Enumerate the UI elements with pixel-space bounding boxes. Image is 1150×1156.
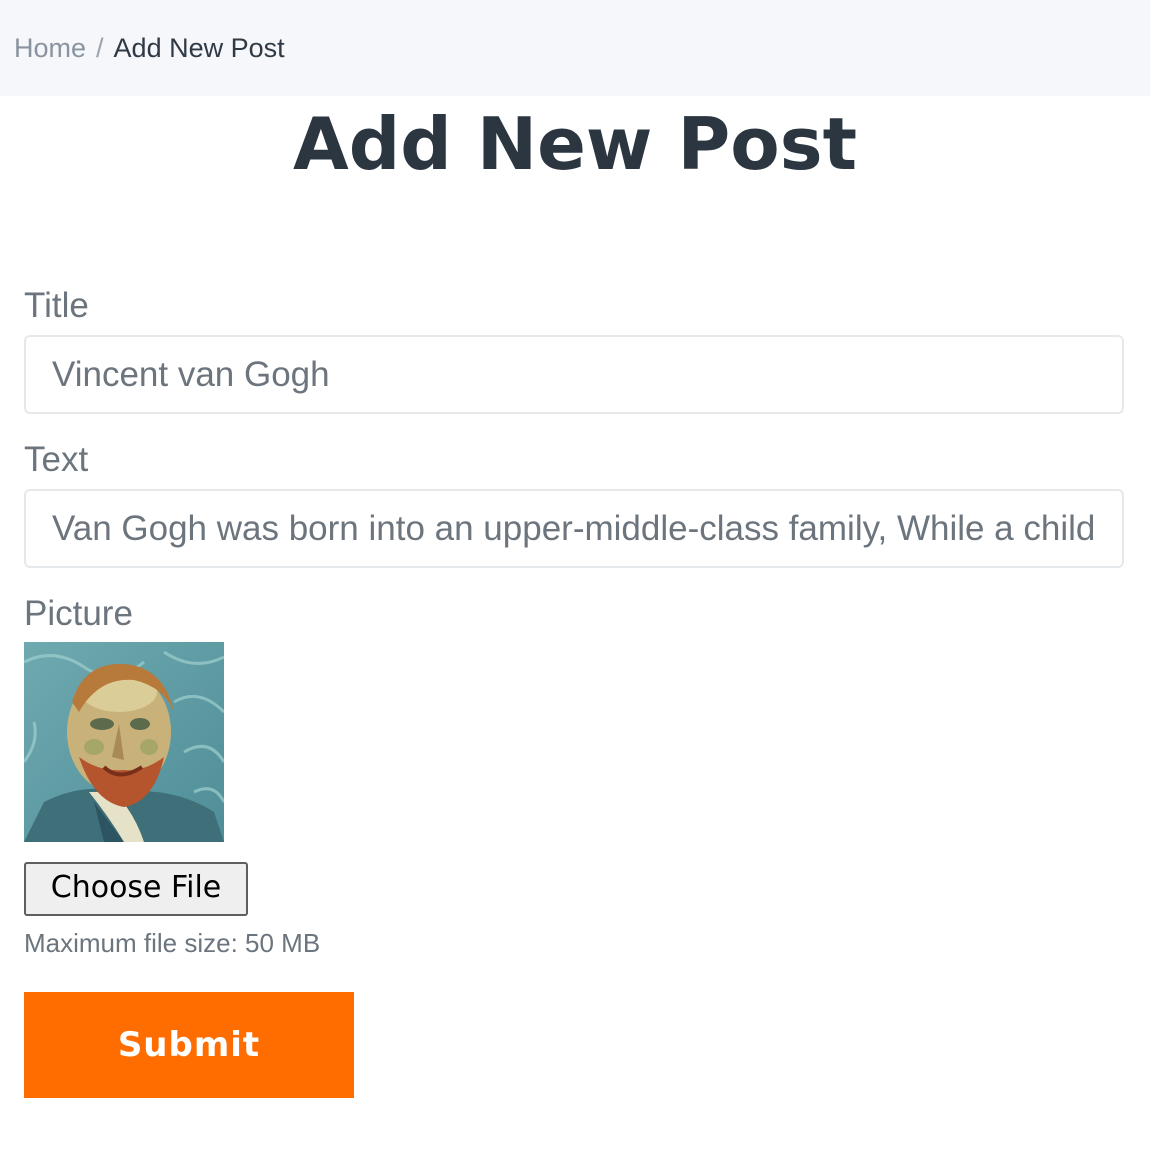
submit-button[interactable]: Submit: [24, 992, 354, 1098]
breadcrumb: Home / Add New Post: [0, 0, 1150, 96]
file-size-hint: Maximum file size: 50 MB: [24, 928, 321, 958]
choose-file-button[interactable]: Choose File: [24, 862, 248, 916]
picture-label: Picture: [24, 594, 133, 633]
portrait-thumbnail-image: [24, 642, 224, 842]
breadcrumb-current: Add New Post: [113, 32, 285, 63]
title-input[interactable]: [24, 335, 1124, 414]
breadcrumb-home-link[interactable]: Home: [14, 33, 86, 64]
picture-preview: [24, 642, 224, 842]
page-title: Add New Post: [292, 102, 858, 186]
title-label: Title: [24, 286, 89, 325]
breadcrumb-separator: /: [96, 32, 104, 63]
text-label: Text: [24, 440, 89, 479]
text-input[interactable]: [24, 489, 1124, 568]
